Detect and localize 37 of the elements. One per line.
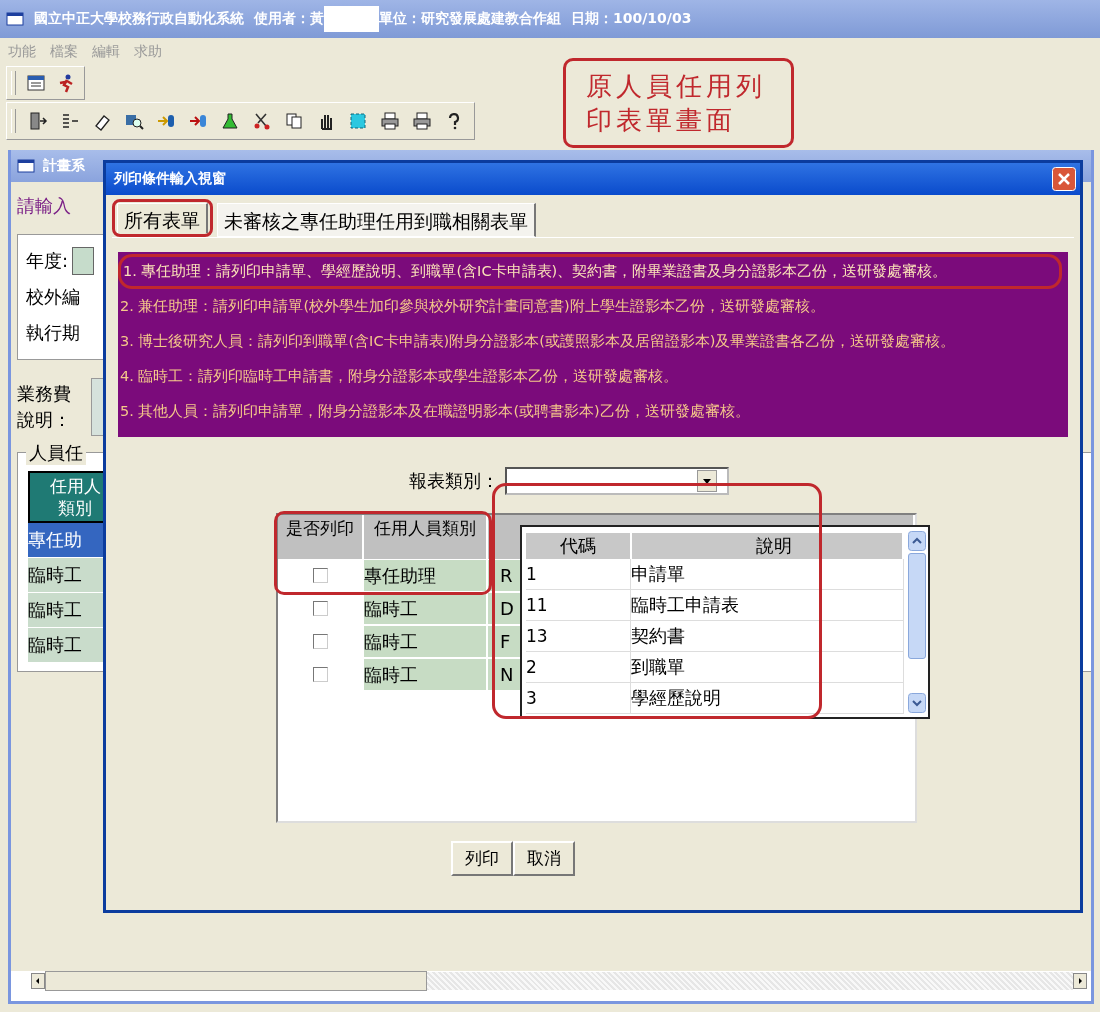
- table-cell: 學經歷說明: [631, 683, 904, 714]
- table-cell: 契約書: [631, 621, 904, 652]
- column-header: 代碼: [526, 533, 632, 559]
- table-cell: 臨時工: [364, 593, 488, 626]
- column-header: 是否列印: [278, 515, 364, 560]
- table-cell: 臨時工申請表: [631, 590, 904, 621]
- table-cell: 3: [526, 683, 631, 714]
- window-title: 計畫系: [43, 157, 85, 175]
- table-cell: 到職單: [631, 652, 904, 683]
- table-cell: 13: [526, 621, 631, 652]
- table-cell: 申請單: [631, 559, 904, 590]
- column-header: 說明: [632, 533, 904, 559]
- prompt-text: 請輸入: [17, 194, 71, 218]
- notice-text: 3. 博士後研究人員：請列印到職單(含IC卡申請表)附身分證影本(或護照影本及居留證影本)及畢業證書各乙份，送研發處審核。: [119, 332, 957, 351]
- window-title: 國立中正大學校務行政自動化系統: [34, 10, 244, 28]
- table-cell: 臨時工: [364, 626, 488, 659]
- table-cell: 專任助理: [364, 560, 488, 593]
- table-cell: 2: [526, 652, 631, 683]
- group-label: 人員任: [26, 441, 86, 465]
- field-label: 年度:: [26, 249, 69, 273]
- notice-text: 5. 其他人員：請列印申請單，附身分證影本及在職證明影本(或聘書影本)乙份，送研發處審核。: [119, 402, 751, 421]
- table-cell: 1: [526, 559, 631, 590]
- notice-text: 4. 臨時工：請列印臨時工申請書，附身分證影本或學生證影本乙份，送研發處審核。: [119, 367, 680, 386]
- notice-text: 1. 專任助理：請列印申請單、學經歷說明、到職單(含IC卡申請表)、契約書，附畢業證書及身分證影本乙份，送研發處審核。: [122, 262, 949, 281]
- field-label: 校外編: [26, 285, 80, 309]
- table-cell: 臨時工: [364, 659, 488, 692]
- field-label: 報表類別：: [409, 469, 499, 493]
- field-label: 執行期: [26, 321, 80, 345]
- notice-text: 2. 兼任助理：請列印申請單(校外學生加印參與校外研究計畫同意書)附上學生證影本乙份，送研發處審核。: [119, 297, 826, 316]
- dialog-title: 列印條件輸入視窗: [114, 170, 226, 188]
- annotation-note: 原人員任用列印表單畫面: [563, 58, 794, 148]
- date-label: 日期：100/10/03: [571, 10, 692, 28]
- user-label: 使用者：黃: [254, 10, 324, 28]
- field-label: 業務費說明：: [17, 382, 72, 432]
- unit-label: 單位：研究發展處建教合作組: [379, 10, 561, 28]
- table-cell: 11: [526, 590, 631, 621]
- column-header: 任用人員類別: [364, 515, 488, 560]
